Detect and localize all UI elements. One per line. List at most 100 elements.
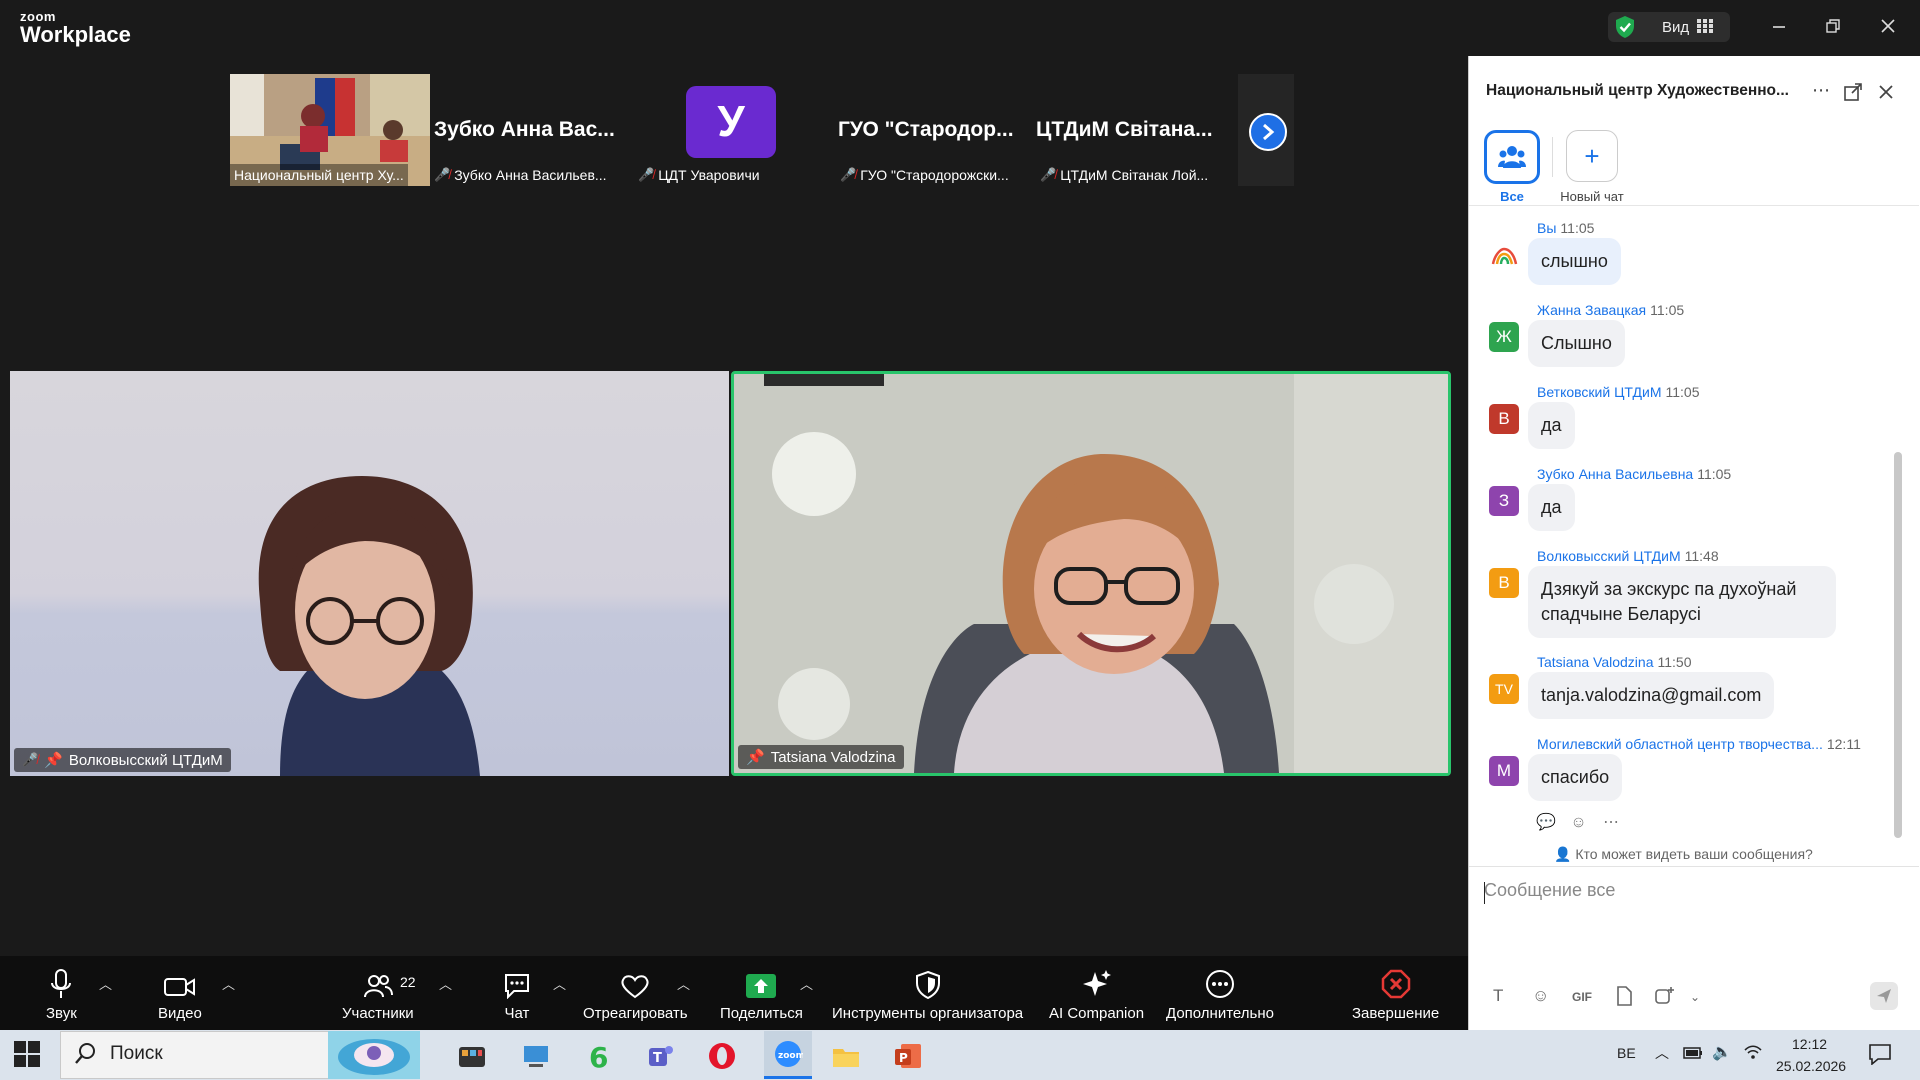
video-button[interactable]: Видео (158, 960, 202, 1026)
view-label[interactable]: Вид (1662, 19, 1689, 36)
chat-tab-all[interactable] (1484, 130, 1540, 184)
message-sender: Ветковский ЦТДиМ 11:05 (1537, 384, 1700, 400)
chat-options-chevron-icon[interactable]: ︿ (553, 974, 566, 993)
send-button[interactable] (1870, 982, 1898, 1010)
avatar: В (1489, 404, 1519, 434)
taskbar-app-computer-icon[interactable] (518, 1038, 554, 1074)
message-input[interactable] (1484, 880, 1884, 901)
strip-tile-uvarovichi[interactable]: У 🎤̸ ЦДТ Уваровичи (634, 74, 834, 186)
chat-scrollbar[interactable] (1894, 452, 1902, 838)
strip-next-button[interactable] (1249, 113, 1287, 151)
end-meeting-icon (1381, 969, 1410, 999)
more-button[interactable]: Дополнительно (1166, 960, 1274, 1026)
notifications-icon[interactable] (1868, 1043, 1892, 1065)
video-tile-label: 📌 Tatsiana Valodzina (738, 745, 904, 769)
strip-tile-svitanak[interactable]: ЦТДиМ Світана... 🎤̸ ЦТДиМ Світанак Лой..… (1036, 74, 1236, 186)
taskbar-search-label: Поиск (110, 1043, 163, 1064)
tray-chevron-up-icon[interactable]: ︿ (1655, 1043, 1669, 1063)
ai-companion-button[interactable]: AI Companion (1049, 960, 1144, 1026)
taskbar-app-teams-icon[interactable]: T (642, 1038, 678, 1074)
avatar: М (1489, 756, 1519, 786)
participants-icon (363, 975, 393, 998)
screenshot-icon[interactable] (1654, 986, 1674, 1006)
strip-tile-starodorozhsky[interactable]: ГУО "Стародор... 🎤̸ ГУО "Стародорожски..… (836, 74, 1036, 186)
add-reaction-icon[interactable]: ☺ (1570, 814, 1586, 831)
text-format-icon[interactable]: T (1493, 986, 1503, 1006)
app-logo: zoom Workplace (20, 10, 131, 46)
windows-start-icon[interactable] (14, 1041, 40, 1067)
audio-options-chevron-icon[interactable]: ︿ (99, 974, 112, 993)
speaker-icon[interactable]: 🔈 (1712, 1042, 1732, 1062)
minimize-icon[interactable] (1767, 14, 1791, 38)
battery-icon[interactable] (1683, 1046, 1703, 1060)
pin-icon: 📌 (44, 752, 63, 769)
reply-thread-icon[interactable]: 💬 (1536, 814, 1556, 831)
clock-time[interactable]: 12:12 (1792, 1036, 1827, 1052)
message-more-icon[interactable]: ⋯ (1603, 814, 1619, 831)
gif-icon[interactable]: GIF (1572, 990, 1592, 1004)
video-tile-valodzina[interactable]: 📌 Tatsiana Valodzina (731, 371, 1451, 776)
restore-icon[interactable] (1821, 14, 1845, 38)
chevron-down-icon[interactable]: ⌄ (1690, 990, 1700, 1004)
tab-divider (1552, 137, 1553, 177)
avatar: Ж (1489, 322, 1519, 352)
mic-muted-icon: 🎤̸ (1040, 167, 1057, 182)
mic-muted-icon: 🎤̸ (638, 167, 655, 182)
strip-tile-national-center[interactable]: Национальный центр Ху... (230, 74, 430, 186)
chat-more-icon[interactable]: ⋯ (1812, 80, 1830, 101)
message-actions: 💬 ☺ ⋯ (1536, 812, 1619, 832)
strip-tile-label: Зубко Анна Васильев... (454, 167, 607, 183)
svg-text:P: P (899, 1051, 908, 1065)
share-label: Поделиться (720, 1005, 803, 1022)
chat-button[interactable]: Чат (502, 960, 532, 1026)
group-users-icon (1498, 146, 1526, 168)
keyboard-language-indicator[interactable]: BE (1617, 1045, 1636, 1061)
react-options-chevron-icon[interactable]: ︿ (677, 974, 690, 993)
clock-date[interactable]: 25.02.2026 (1776, 1058, 1846, 1074)
strip-tile-name: ГУО "Стародор... (838, 118, 1014, 141)
audio-button[interactable]: Звук (46, 960, 77, 1026)
message-bubble: tanja.valodzina@gmail.com (1528, 672, 1775, 719)
close-window-icon[interactable] (1876, 14, 1900, 38)
share-screen-icon (746, 974, 777, 998)
share-button[interactable]: Поделиться (720, 960, 803, 1026)
taskbar-app-file-explorer-icon[interactable] (828, 1038, 864, 1074)
video-options-chevron-icon[interactable]: ︿ (222, 974, 235, 993)
file-icon[interactable] (1616, 986, 1632, 1006)
emoji-icon[interactable]: ☺ (1532, 986, 1549, 1006)
audio-label: Звук (46, 1005, 77, 1022)
message-sender: Волковысский ЦТДиМ 11:48 (1537, 548, 1719, 564)
mic-muted-icon: 🎤̸ (840, 167, 857, 182)
taskbar-app-zoom-icon[interactable]: zoom (764, 1031, 812, 1079)
view-grid-icon[interactable] (1697, 19, 1713, 33)
who-can-see-messages-link[interactable]: 👤 Кто может видеть ваши сообщения? (1554, 846, 1813, 863)
close-chat-icon[interactable] (1878, 84, 1894, 100)
more-dots-icon (1205, 970, 1234, 998)
person-icon: 👤 (1554, 846, 1572, 862)
video-tile-volkovysk[interactable]: 🎤̸ 📌 Волковысский ЦТДиМ (10, 371, 729, 776)
strip-tile-label: ЦДТ Уваровичи (658, 167, 760, 183)
strip-tile-label-row: 🎤̸ ГУО "Стародорожски... (836, 164, 1013, 186)
participants-button[interactable]: Участники (342, 960, 414, 1026)
react-button[interactable]: Отреагировать (583, 960, 688, 1026)
end-meeting-button[interactable]: Завершение (1352, 960, 1439, 1026)
host-tools-button[interactable]: Инструменты организатора (832, 960, 1023, 1026)
message-bubble: слышно (1528, 238, 1621, 285)
participants-options-chevron-icon[interactable]: ︿ (439, 974, 452, 993)
ai-companion-label: AI Companion (1049, 1005, 1145, 1022)
avatar: В (1489, 568, 1519, 598)
chat-title: Национальный центр Художественно... (1486, 82, 1789, 99)
security-shield-icon[interactable] (1614, 15, 1636, 39)
taskbar-app-six-icon[interactable]: 6 (580, 1038, 616, 1074)
strip-tile-zubko[interactable]: Зубко Анна Вас... 🎤̸ Зубко Анна Васильев… (430, 74, 632, 186)
wifi-icon[interactable] (1743, 1044, 1763, 1060)
svg-text:6: 6 (589, 1041, 608, 1071)
taskbar-app-opera-icon[interactable] (704, 1038, 740, 1074)
popout-icon[interactable] (1844, 83, 1862, 101)
avatar: TV (1489, 674, 1519, 704)
svg-text:zoom: zoom (778, 1051, 803, 1061)
share-options-chevron-icon[interactable]: ︿ (800, 974, 813, 993)
taskbar-app-video-editor-icon[interactable] (454, 1038, 490, 1074)
new-chat-button[interactable]: + (1566, 130, 1618, 182)
taskbar-app-powerpoint-icon[interactable]: P (890, 1038, 926, 1074)
